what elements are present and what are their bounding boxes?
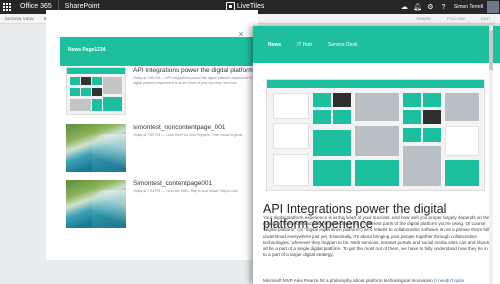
article-inline-link[interactable]: (I needn't quite bbox=[434, 278, 464, 283]
article-body: Your digital platform experience is at t… bbox=[263, 215, 492, 258]
article-body-continued: Microsoft MVP Alex Pearce hit a philosop… bbox=[263, 278, 492, 284]
list-item[interactable]: Simontest_contentpage001 Today at 7:53 P… bbox=[66, 180, 258, 228]
follow-button[interactable]: FOLLOW bbox=[442, 16, 470, 21]
livetiles-logo-text: LiveTiles bbox=[237, 3, 265, 10]
news-item-title[interactable]: API Integrations power the digital platf… bbox=[133, 67, 259, 74]
news-listing-header: News Page1234 bbox=[60, 37, 258, 66]
news-item-description: digital platform experience is at the he… bbox=[133, 81, 237, 85]
tab-design-view[interactable]: DESIGN VIEW bbox=[0, 16, 39, 21]
news-item-title[interactable]: Simontest_contentpage001 bbox=[133, 180, 212, 187]
edit-button[interactable]: EDIT bbox=[476, 16, 496, 21]
article-body-continued-text: Microsoft MVP Alex Pearce hit a philosop… bbox=[263, 278, 433, 283]
cloud-icon[interactable]: ☁ bbox=[398, 0, 411, 14]
close-icon[interactable]: × bbox=[237, 30, 245, 39]
news-thumbnail bbox=[66, 180, 126, 228]
news-item-title[interactable]: simontest_noncontentpage_001 bbox=[133, 124, 226, 131]
article-hero-image bbox=[266, 79, 485, 191]
news-item-meta: Today at 7:55 PM — I love Red Hot Chili … bbox=[133, 133, 243, 137]
news-thumbnail bbox=[66, 124, 126, 172]
article-panel: News IT Hub Service Desk API Integration… bbox=[253, 26, 500, 284]
gear-icon[interactable]: ⚙ bbox=[424, 0, 437, 14]
list-item[interactable]: simontest_noncontentpage_001 Today at 7:… bbox=[66, 124, 258, 172]
ribbon-actions: SHARE FOLLOW EDIT bbox=[411, 16, 496, 21]
app-launcher-icon[interactable] bbox=[0, 0, 14, 14]
article-top-nav: News IT Hub Service Desk bbox=[253, 26, 500, 63]
help-icon[interactable]: ? bbox=[437, 0, 450, 14]
user-name[interactable]: Simon Terrell bbox=[450, 4, 487, 10]
suite-bar-right: ☁ 🔔︎ ⚙ ? Simon Terrell bbox=[398, 0, 500, 14]
panel-scrollbar[interactable] bbox=[489, 26, 493, 284]
list-item[interactable]: API Integrations power the digital platf… bbox=[66, 67, 297, 115]
scrollbar-thumb[interactable] bbox=[489, 30, 493, 70]
news-thumbnail bbox=[66, 67, 126, 115]
news-listing-title: News Page1234 bbox=[68, 47, 106, 53]
avatar[interactable] bbox=[487, 1, 499, 13]
share-button[interactable]: SHARE bbox=[411, 16, 436, 21]
bell-icon[interactable]: 🔔︎ bbox=[411, 0, 424, 14]
nav-it-hub[interactable]: IT Hub bbox=[297, 42, 312, 48]
nav-service-desk[interactable]: Service Desk bbox=[328, 42, 357, 48]
nav-news[interactable]: News bbox=[268, 42, 281, 48]
news-item-meta: Today at 7:53 PM — I love the DMC. Rap i… bbox=[133, 189, 238, 193]
